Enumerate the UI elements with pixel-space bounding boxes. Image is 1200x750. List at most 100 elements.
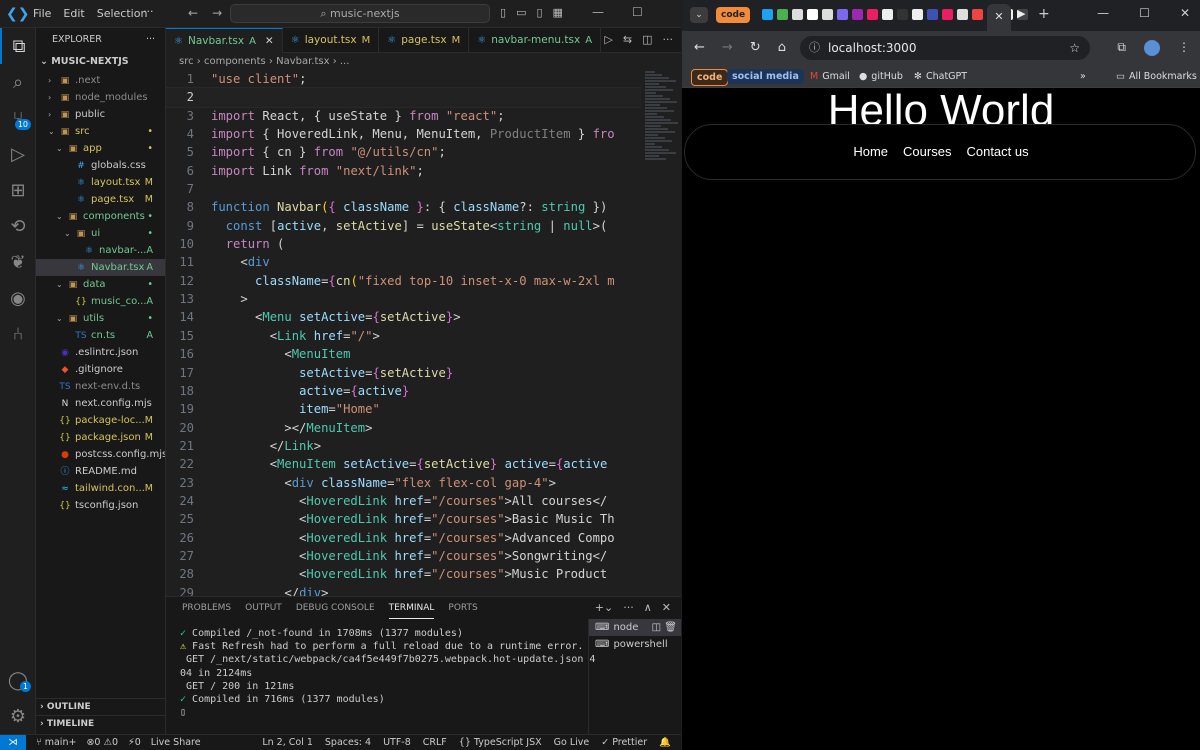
browser-forward-icon[interactable]: →	[722, 40, 733, 55]
terminal-instance[interactable]: ⌨ node ◫ 🗑	[589, 619, 681, 636]
home-icon[interactable]: ⌂	[778, 40, 786, 55]
tree-item[interactable]: {} package-loc... M	[36, 412, 165, 429]
bookmark-star-icon[interactable]: ☆	[1069, 36, 1080, 60]
tab-group-code[interactable]: code	[716, 7, 751, 23]
tree-item[interactable]: # globals.css	[36, 157, 165, 174]
extensions-puzzle-icon[interactable]: ⧉	[1117, 40, 1126, 56]
tree-item[interactable]: ⚛ page.tsx M	[36, 191, 165, 208]
bookmark-github[interactable]: ● gitHub	[859, 69, 903, 84]
nav-contact[interactable]: Contact us	[966, 144, 1028, 159]
pull-requests-icon[interactable]: ⑃	[0, 316, 36, 352]
command-search[interactable]: ⌕ music-nextjs	[230, 4, 490, 23]
settings-gear-icon[interactable]: ⚙	[0, 698, 36, 734]
toggle-sidebar-icon[interactable]: ▯	[500, 6, 506, 19]
tree-item[interactable]: ⌄ ▣ data •	[36, 276, 165, 293]
remote-explorer-icon[interactable]: ⟲	[0, 208, 36, 244]
tree-item[interactable]: TS cn.ts A	[36, 327, 165, 344]
pinned-tab-favicon-icon[interactable]	[912, 9, 923, 20]
tree-item[interactable]: {} package.json M	[36, 429, 165, 446]
more-menu-icon[interactable]: ···	[143, 5, 154, 18]
nav-courses[interactable]: Courses	[903, 144, 951, 159]
new-tab-icon[interactable]: +	[1038, 6, 1050, 22]
bookmark-social-media[interactable]: social media	[727, 69, 804, 84]
address-bar[interactable]: ⓘ localhost:3000 ☆	[800, 36, 1090, 60]
forward-icon[interactable]: →	[212, 6, 222, 20]
tree-item[interactable]: ⌄ ▣ components •	[36, 208, 165, 225]
maximize-panel-icon[interactable]: ∧	[644, 597, 652, 619]
pinned-tab-favicon-icon[interactable]	[762, 9, 773, 20]
tree-item[interactable]: ◆ .gitignore	[36, 361, 165, 378]
workspace-root[interactable]: ⌄ MUSIC-NEXTJS	[36, 52, 165, 72]
editor-more-icon[interactable]: ···	[663, 33, 674, 46]
tree-item[interactable]: ⌄ ▣ app •	[36, 140, 165, 157]
panel-tab[interactable]: PROBLEMS	[182, 597, 231, 619]
tree-item[interactable]: › ▣ node_modules	[36, 89, 165, 106]
github-icon[interactable]: ◉	[0, 280, 36, 316]
outline-section[interactable]: › OUTLINE	[36, 698, 166, 715]
toggle-secondary-sidebar-icon[interactable]: ▯	[536, 6, 542, 19]
pinned-tab-favicon-icon[interactable]	[882, 9, 893, 20]
status-language[interactable]: {} TypeScript JSX	[459, 735, 542, 750]
status-problems[interactable]: ⊗0 ⚠0	[86, 735, 118, 750]
status-ports[interactable]: ⚡0	[128, 735, 141, 750]
browser-maximize-icon[interactable]: ☐	[1139, 6, 1150, 20]
pinned-tab-favicon-icon[interactable]	[807, 9, 818, 20]
tree-item[interactable]: {} tsconfig.json	[36, 497, 165, 514]
maximize-icon[interactable]: ☐	[632, 5, 643, 19]
site-info-icon[interactable]: ⓘ	[809, 36, 820, 60]
browser-menu-icon[interactable]: ⋮	[1178, 40, 1190, 56]
tree-item[interactable]: TS next-env.d.ts	[36, 378, 165, 395]
pinned-tab-favicon-icon[interactable]	[927, 9, 938, 20]
pinned-tab-favicon-icon[interactable]	[837, 9, 848, 20]
status-encoding[interactable]: UTF-8	[383, 735, 411, 750]
editor-tab[interactable]: ⚛ page.tsx M	[379, 28, 470, 53]
extensions-icon[interactable]: ⊞	[0, 172, 36, 208]
pinned-tab-favicon-icon[interactable]	[957, 9, 968, 20]
pinned-tab-favicon-icon[interactable]	[972, 9, 983, 20]
tree-item[interactable]: ⌄ ▣ ui •	[36, 225, 165, 242]
terminal-output[interactable]: ✓ Compiled /_not-found in 1708ms (1377 m…	[180, 627, 595, 719]
browser-close-icon[interactable]: ✕	[1180, 6, 1190, 20]
editor-tab[interactable]: ⚛ layout.tsx M	[283, 28, 380, 53]
reload-icon[interactable]: ↻	[750, 40, 761, 55]
compare-icon[interactable]: ⇆	[623, 33, 632, 46]
tree-item[interactable]: › ▣ .next	[36, 72, 165, 89]
menu-edit[interactable]: Edit	[63, 7, 84, 20]
status-go-live[interactable]: Go Live	[554, 735, 590, 750]
pinned-tab-favicon-icon[interactable]	[897, 9, 908, 20]
panel-tab[interactable]: DEBUG CONSOLE	[296, 597, 375, 619]
minimize-icon[interactable]: —	[592, 5, 604, 19]
toggle-panel-icon[interactable]: ▭	[516, 6, 526, 19]
terminal-instance[interactable]: ⌨ powershell	[589, 636, 681, 653]
active-tab-close-icon[interactable]: ✕	[987, 4, 1011, 31]
pinned-tab-favicon-icon[interactable]	[792, 9, 803, 20]
tree-item[interactable]: ⓘ README.md	[36, 463, 165, 480]
status-cursor[interactable]: Ln 2, Col 1	[262, 735, 313, 750]
panel-tab[interactable]: OUTPUT	[245, 597, 282, 619]
tree-item[interactable]: ⌄ ▣ src •	[36, 123, 165, 140]
tree-item[interactable]: ◉ .eslintrc.json	[36, 344, 165, 361]
panel-tab[interactable]: TERMINAL	[388, 597, 435, 619]
next-tab-icon[interactable]: ▶	[1017, 7, 1025, 20]
status-prettier[interactable]: ✓ Prettier	[601, 735, 647, 750]
tree-item[interactable]: {} music_co... A	[36, 293, 165, 310]
run-icon[interactable]: ▷	[604, 33, 612, 46]
menu-file[interactable]: File	[33, 7, 51, 20]
pinned-tab-favicon-icon[interactable]	[777, 9, 788, 20]
minimap[interactable]	[641, 70, 681, 596]
status-branch[interactable]: ⑂ main+	[36, 735, 76, 750]
panel-more-icon[interactable]: ···	[623, 597, 634, 619]
close-panel-icon[interactable]: ✕	[662, 597, 671, 619]
tree-item[interactable]: › ▣ public	[36, 106, 165, 123]
all-bookmarks[interactable]: ▭ All Bookmarks	[1116, 69, 1197, 84]
tree-item[interactable]: Nnext.config.mjs	[36, 395, 165, 412]
bookmark-gmail[interactable]: M Gmail	[810, 69, 850, 84]
tree-item[interactable]: ⌄ ▣ utils •	[36, 310, 165, 327]
browser-back-icon[interactable]: ←	[694, 40, 705, 55]
tree-item[interactable]: ⚛ Navbar.tsx A	[36, 259, 165, 276]
source-control-icon[interactable]: ⑂ 10	[0, 100, 36, 136]
status-indent[interactable]: Spaces: 4	[325, 735, 371, 750]
pinned-tab-favicon-icon[interactable]	[822, 9, 833, 20]
tree-item[interactable]: ⚛ navbar-... A	[36, 242, 165, 259]
breadcrumb[interactable]: src › components › Navbar.tsx › ...	[166, 53, 681, 70]
